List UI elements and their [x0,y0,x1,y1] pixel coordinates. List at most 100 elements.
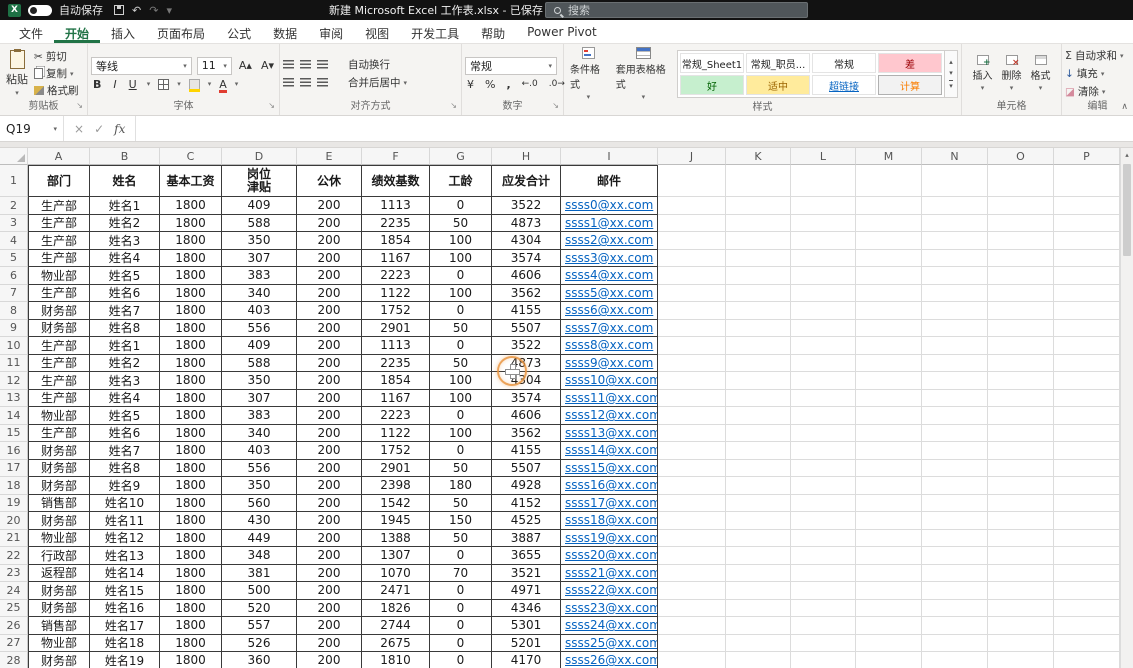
data-cell[interactable]: 350 [222,372,297,390]
autosave-toggle[interactable] [28,4,52,16]
empty-cell[interactable] [658,582,726,600]
email-link[interactable]: ssss6@xx.com [561,302,658,320]
data-cell[interactable]: 1800 [160,372,222,390]
data-cell[interactable]: 姓名7 [90,302,160,320]
row-header-9[interactable]: 9 [0,319,28,337]
empty-cell[interactable] [658,424,726,442]
data-cell[interactable]: 5301 [492,617,561,635]
data-cell[interactable]: 4346 [492,599,561,617]
empty-cell[interactable] [791,267,856,285]
data-cell[interactable]: 1800 [160,389,222,407]
empty-cell[interactable] [988,442,1054,460]
dialog-launcher-icon[interactable]: ↘ [76,99,83,113]
data-cell[interactable]: 财务部 [28,477,90,495]
fill-button[interactable]: ↓ 填充 ▾ [1065,66,1123,81]
empty-cell[interactable] [1054,459,1120,477]
empty-cell[interactable] [791,529,856,547]
data-cell[interactable]: 50 [430,214,492,232]
data-cell[interactable]: 2235 [362,214,430,232]
row-header-12[interactable]: 12 [0,372,28,390]
data-cell[interactable]: 403 [222,302,297,320]
number-format-select[interactable]: 常规 ▾ [465,56,557,75]
email-link[interactable]: ssss23@xx.com [561,599,658,617]
data-cell[interactable]: 销售部 [28,494,90,512]
empty-cell[interactable] [922,354,988,372]
empty-cell[interactable] [1054,512,1120,530]
data-cell[interactable]: 1800 [160,617,222,635]
data-cell[interactable]: 3522 [492,337,561,355]
data-cell[interactable]: 5507 [492,459,561,477]
data-cell[interactable]: 3562 [492,284,561,302]
data-cell[interactable]: 5507 [492,319,561,337]
data-cell[interactable]: 1800 [160,582,222,600]
data-cell[interactable]: 0 [430,442,492,460]
empty-cell[interactable] [856,424,922,442]
data-cell[interactable]: 50 [430,319,492,337]
data-cell[interactable]: 348 [222,547,297,565]
empty-cell[interactable] [726,214,791,232]
data-cell[interactable]: 0 [430,652,492,668]
data-cell[interactable]: 1542 [362,494,430,512]
font-family-select[interactable]: 等线 ▾ [91,56,192,75]
data-cell[interactable]: 1113 [362,337,430,355]
data-cell[interactable]: 姓名6 [90,424,160,442]
data-cell[interactable]: 200 [297,564,362,582]
data-cell[interactable]: 姓名2 [90,354,160,372]
empty-cell[interactable] [1054,372,1120,390]
data-cell[interactable]: 0 [430,599,492,617]
format-cells-button[interactable]: 格式 ▾ [1028,47,1054,100]
email-link[interactable]: ssss25@xx.com [561,634,658,652]
empty-cell[interactable] [658,547,726,565]
empty-cell[interactable] [988,372,1054,390]
empty-cell[interactable] [1054,302,1120,320]
data-cell[interactable]: 588 [222,214,297,232]
empty-cell[interactable] [726,232,791,250]
email-link[interactable]: ssss0@xx.com [561,197,658,215]
column-header-i[interactable]: I [561,148,658,165]
empty-cell[interactable] [1054,232,1120,250]
empty-cell[interactable] [922,582,988,600]
data-cell[interactable]: 1800 [160,529,222,547]
data-cell[interactable]: 姓名11 [90,512,160,530]
data-cell[interactable]: 生产部 [28,372,90,390]
empty-cell[interactable] [922,249,988,267]
data-cell[interactable]: 物业部 [28,267,90,285]
bold-button[interactable]: B [91,78,103,91]
data-cell[interactable]: 行政部 [28,547,90,565]
undo-icon[interactable]: ↶ [132,4,141,17]
empty-cell[interactable] [726,634,791,652]
empty-cell[interactable] [658,337,726,355]
empty-cell[interactable] [658,319,726,337]
data-cell[interactable]: 财务部 [28,442,90,460]
data-cell[interactable]: 姓名1 [90,337,160,355]
empty-cell[interactable] [726,267,791,285]
insert-cells-button[interactable]: 插入 ▾ [970,47,996,100]
tab-help[interactable]: 帮助 [470,20,516,43]
tab-insert[interactable]: 插入 [100,20,146,43]
data-cell[interactable]: 1800 [160,232,222,250]
column-header-b[interactable]: B [90,148,160,165]
font-size-select[interactable]: 11 ▾ [196,56,232,75]
data-cell[interactable]: 556 [222,319,297,337]
data-cell[interactable]: 3574 [492,389,561,407]
align-top-icon[interactable] [283,60,294,69]
empty-cell[interactable] [726,424,791,442]
empty-cell[interactable] [726,302,791,320]
empty-cell[interactable] [856,617,922,635]
data-cell[interactable]: 2901 [362,319,430,337]
data-cell[interactable]: 财务部 [28,319,90,337]
data-cell[interactable]: 3522 [492,197,561,215]
empty-cell[interactable] [988,354,1054,372]
data-cell[interactable]: 4304 [492,372,561,390]
select-all-corner[interactable] [0,148,28,165]
empty-cell[interactable] [658,564,726,582]
data-cell[interactable]: 姓名5 [90,267,160,285]
style-neutral[interactable]: 适中 [746,75,810,95]
data-cell[interactable]: 1800 [160,652,222,668]
data-cell[interactable]: 财务部 [28,652,90,668]
data-cell[interactable]: 0 [430,617,492,635]
empty-cell[interactable] [658,389,726,407]
row-header-13[interactable]: 13 [0,389,28,407]
row-header-16[interactable]: 16 [0,442,28,460]
dialog-launcher-icon[interactable]: ↘ [552,99,559,113]
